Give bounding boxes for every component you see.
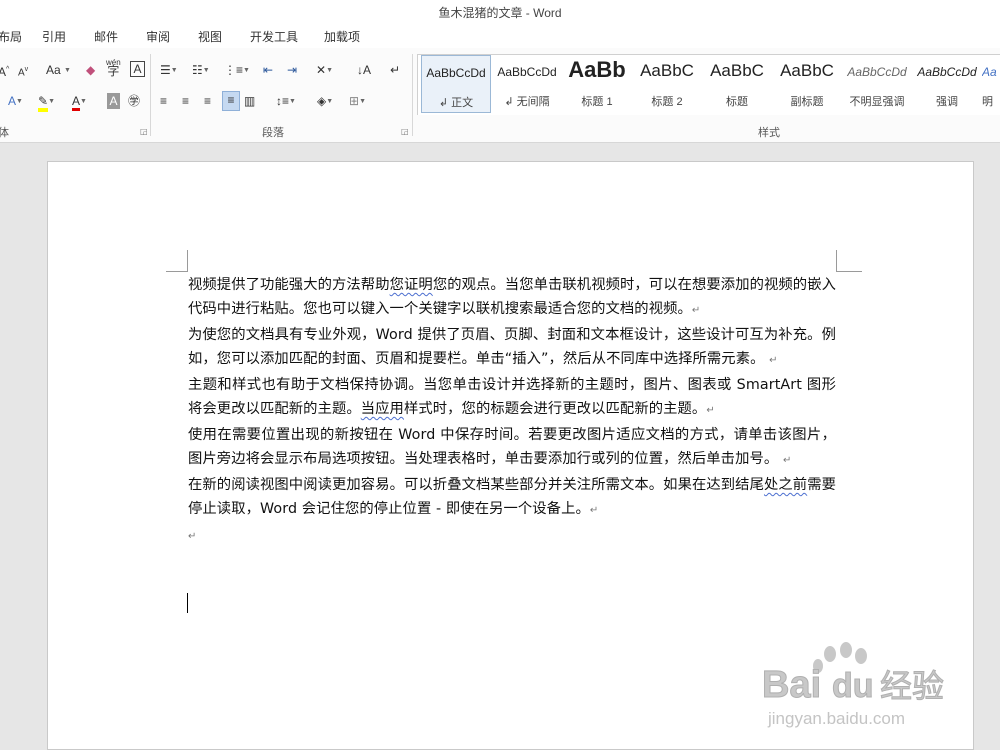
- clear-format-icon[interactable]: ◆: [86, 62, 95, 78]
- style-emphasis[interactable]: AaBbCcDd 强调: [912, 55, 982, 113]
- crop-mark: [187, 250, 188, 272]
- style-no-spacing[interactable]: AaBbCcDd ↲ 无间隔: [492, 55, 562, 113]
- svg-text:经验: 经验: [880, 667, 944, 705]
- paragraph-mark-icon: ↵: [769, 355, 778, 366]
- paragraph: 主题和样式也有助于文档保持协调。当您单击设计并选择新的主题时，图片、图表或 Sm…: [188, 377, 836, 417]
- grow-font-button[interactable]: A^: [0, 62, 9, 80]
- svg-text:Bai: Bai: [762, 664, 821, 706]
- paragraph-dialog-launcher-icon[interactable]: ◲: [401, 127, 409, 136]
- bullets-icon[interactable]: ☰▼: [160, 62, 178, 79]
- style-subtitle[interactable]: AaBbC 副标题: [772, 55, 842, 113]
- window-title: 鱼木混猪的文章 - Word: [438, 6, 562, 20]
- show-marks-icon[interactable]: ↵: [390, 62, 400, 78]
- tab-addins[interactable]: 加载项: [324, 28, 360, 45]
- paragraph-group-label: 段落: [262, 127, 284, 139]
- font-color-button[interactable]: A▼: [72, 93, 87, 111]
- multilevel-list-icon[interactable]: ⋮≡▼: [224, 62, 250, 79]
- change-case-button[interactable]: Aa ▼: [46, 62, 71, 79]
- baidu-watermark: Bai du 经验 jingyan.baidu.com: [762, 642, 972, 732]
- increase-indent-icon[interactable]: ⇥: [287, 62, 297, 78]
- tab-mailings[interactable]: 邮件: [94, 28, 118, 45]
- style-normal[interactable]: AaBbCcDd ↲ 正文: [421, 55, 491, 113]
- group-separator: [150, 54, 151, 136]
- asian-layout-icon[interactable]: ✕▼: [316, 62, 333, 79]
- grammar-flag[interactable]: 您证明: [390, 277, 433, 293]
- grammar-flag[interactable]: 当应用: [361, 401, 404, 417]
- shading-icon[interactable]: ◈▼: [317, 93, 333, 110]
- styles-group-label: 样式: [758, 127, 780, 139]
- svg-text:jingyan.baidu.com: jingyan.baidu.com: [767, 709, 905, 728]
- ribbon: A^ Av Aa ▼ ◆ wén 字 A A▼ ✎▼ A▼ A ㊫ 体 ◲ ☰▼ …: [0, 48, 1000, 143]
- character-border-button[interactable]: A: [130, 61, 145, 77]
- highlight-color-button[interactable]: ✎▼: [38, 93, 55, 112]
- styles-gallery: AaBbCcDd ↲ 正文 AaBbCcDd ↲ 无间隔 AaBb 标题 1 A…: [417, 54, 1000, 115]
- paragraph: 视频提供了功能强大的方法帮助您证明您的观点。当您单击联机视频时，可以在想要添加的…: [188, 277, 836, 317]
- tab-developer[interactable]: 开发工具: [250, 28, 298, 45]
- paragraph: ↵: [188, 523, 836, 549]
- align-right-icon[interactable]: ≡: [204, 93, 211, 109]
- group-separator: [412, 54, 413, 136]
- title-bar: 鱼木混猪的文章 - Word: [0, 0, 1000, 24]
- phonetic-guide-button[interactable]: wén 字: [106, 58, 121, 77]
- tab-review[interactable]: 审阅: [146, 28, 170, 45]
- paragraph-mark-icon: ↵: [782, 455, 792, 466]
- character-shading-button[interactable]: A: [107, 93, 120, 109]
- borders-icon[interactable]: ⊞▼: [349, 93, 366, 110]
- crop-mark: [836, 271, 862, 272]
- style-title[interactable]: AaBbC 标题: [702, 55, 772, 113]
- sort-icon[interactable]: ↓A: [357, 62, 371, 78]
- document-body[interactable]: 视频提供了功能强大的方法帮助您证明您的观点。当您单击联机视频时，可以在想要添加的…: [188, 273, 836, 549]
- paragraph: 在新的阅读视图中阅读更加容易。可以折叠文档某些部分并关注所需文本。如果在达到结尾…: [188, 477, 836, 517]
- tab-references[interactable]: 引用: [42, 28, 66, 45]
- align-left-icon[interactable]: ≡: [160, 93, 167, 109]
- enclose-characters-icon[interactable]: ㊫: [128, 93, 140, 109]
- text-cursor: [187, 593, 188, 613]
- tab-layout[interactable]: 布局: [0, 28, 22, 45]
- justify-button[interactable]: ≡: [222, 91, 240, 111]
- text-effects-icon[interactable]: A▼: [8, 93, 23, 110]
- paragraph-mark-icon: ↵: [188, 531, 197, 542]
- font-group-label: 体: [0, 127, 9, 139]
- style-heading-1[interactable]: AaBb 标题 1: [562, 55, 632, 113]
- svg-text:du: du: [832, 667, 874, 705]
- paragraph: 为使您的文档具有专业外观，Word 提供了页眉、页脚、封面和文本框设计，这些设计…: [188, 327, 836, 367]
- numbering-icon[interactable]: ☷▼: [192, 62, 210, 79]
- paragraph-mark-icon: ↵: [589, 505, 599, 516]
- font-dialog-launcher-icon[interactable]: ◲: [140, 127, 148, 136]
- paragraph: 使用在需要位置出现的新按钮在 Word 中保存时间。若要更改图片适应文档的方式，…: [188, 427, 836, 467]
- baidu-paw-logo-icon: Bai du 经验 jingyan.baidu.com: [762, 642, 945, 728]
- paragraph-mark-icon: ↵: [706, 405, 715, 416]
- tab-view[interactable]: 视图: [198, 28, 222, 45]
- distributed-icon[interactable]: ▥: [244, 93, 255, 109]
- line-spacing-icon[interactable]: ↕≡▼: [276, 93, 296, 110]
- grammar-flag[interactable]: 处之前: [764, 477, 807, 493]
- decrease-indent-icon[interactable]: ⇤: [263, 62, 273, 78]
- align-center-icon[interactable]: ≡: [182, 93, 189, 109]
- style-subtle-emphasis[interactable]: AaBbCcDd 不明显强调: [842, 55, 912, 113]
- shrink-font-button[interactable]: Av: [18, 62, 28, 81]
- crop-mark: [836, 250, 837, 272]
- style-intense-emphasis[interactable]: Aa 明: [982, 55, 1000, 113]
- paragraph-mark-icon: ↵: [691, 305, 701, 316]
- style-heading-2[interactable]: AaBbC 标题 2: [632, 55, 702, 113]
- crop-mark: [166, 271, 188, 272]
- ribbon-tabs: 布局 引用 邮件 审阅 视图 开发工具 加载项: [0, 24, 1000, 48]
